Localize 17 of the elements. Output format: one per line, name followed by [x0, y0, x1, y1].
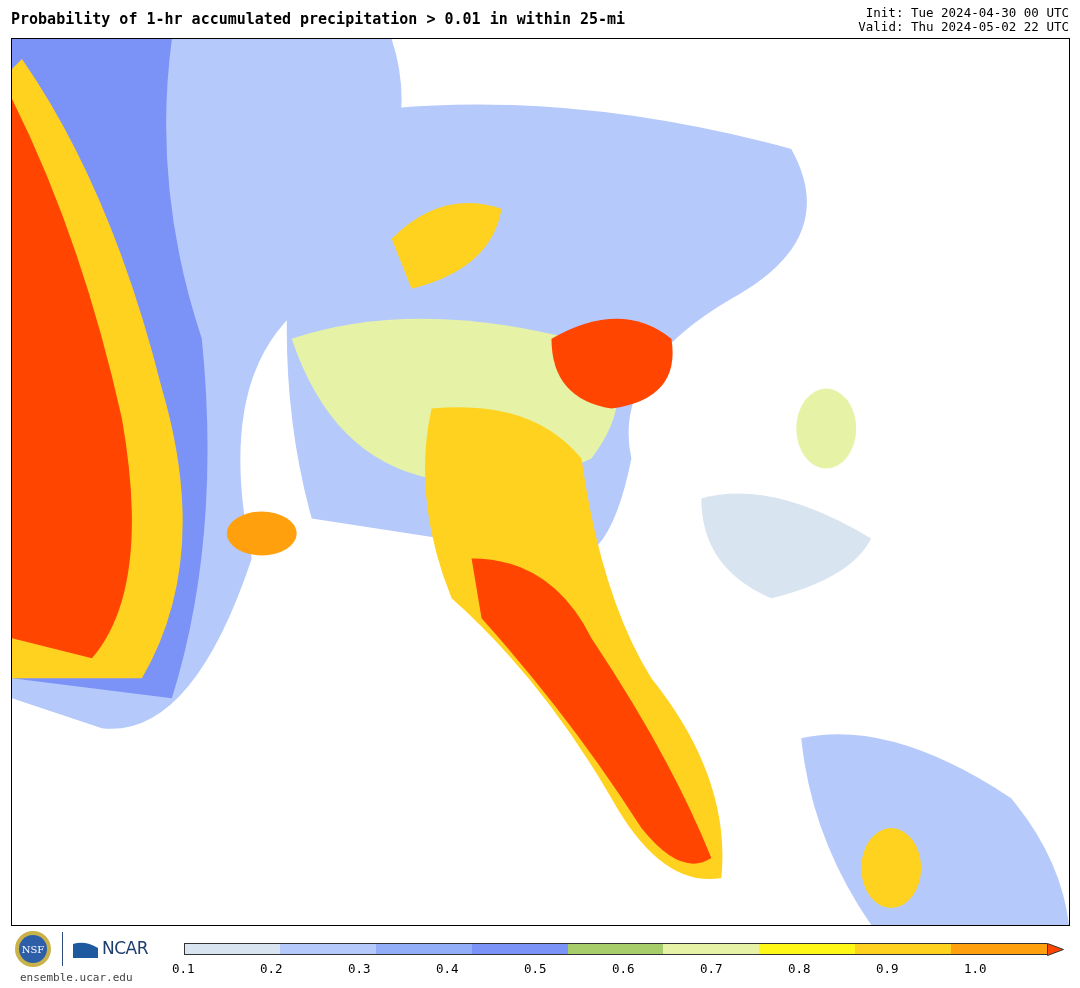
- tick-label: 1.0: [964, 963, 988, 976]
- site-address: ensemble.ucar.edu: [20, 970, 134, 986]
- tick-label: 0.8: [788, 963, 812, 976]
- tick-label: 0.3: [348, 963, 372, 976]
- chart-title: Probability of 1-hr accumulated precipitation > 0.01 in within 25-mi: [11, 12, 626, 30]
- tick-label: 0.2: [260, 963, 284, 976]
- ncar-emblem-icon: [73, 940, 98, 958]
- ncar-logo-text: NCAR: [102, 937, 149, 961]
- tick-label: 0.9: [876, 963, 900, 976]
- tick-label: 0.1: [172, 963, 196, 976]
- tick-label: 0.7: [700, 963, 724, 976]
- tick-label: 0.5: [524, 963, 548, 976]
- init-time: Init: Tue 2024-04-30 00 UTC: [865, 6, 1069, 20]
- tick-label: 0.4: [436, 963, 460, 976]
- seal-icon: NSF: [14, 930, 52, 968]
- valid-time: Valid: Thu 2024-05-02 22 UTC: [858, 20, 1069, 34]
- tick-label: 0.6: [612, 963, 636, 976]
